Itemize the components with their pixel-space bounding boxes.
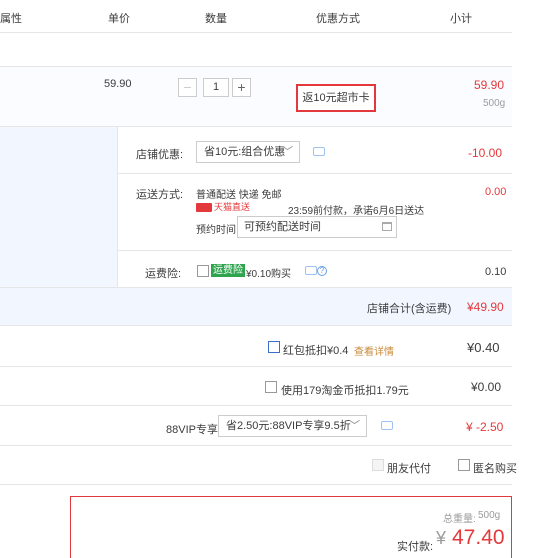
shop-discount-value: -10.00 xyxy=(468,146,503,160)
vip-select[interactable]: 省2.50元:88VIP专享9.5折 ﹀ xyxy=(218,415,367,437)
item-subtotal: 59.90 xyxy=(474,78,505,92)
chevron-down-icon: ﹀ xyxy=(282,146,293,158)
vip-label: 88VIP专享 xyxy=(166,424,218,436)
item-price: 59.90 xyxy=(104,78,132,90)
col-promo: 优惠方式 xyxy=(316,13,360,25)
redpacket-label: 红包抵扣¥0.4 xyxy=(283,345,349,357)
shop-total-label: 店铺合计(含运费) xyxy=(367,303,452,315)
redpacket-checkbox[interactable] xyxy=(268,341,280,353)
redpacket-value: ¥0.40 xyxy=(467,340,500,355)
delivery-note: 23:59前付款，承诺6月6日送达 xyxy=(288,206,425,217)
weight-value: 500g xyxy=(478,510,501,521)
shipping-text: 普通配送 快递 免邮 xyxy=(196,190,282,201)
item-weight: 500g xyxy=(483,98,506,109)
promo-badge: 返10元超市卡 xyxy=(296,84,376,112)
friend-pay-checkbox[interactable] xyxy=(372,459,384,471)
help-icon[interactable]: ? xyxy=(317,266,327,276)
divider xyxy=(117,250,512,251)
appointment-input[interactable]: 可预约配送时间 xyxy=(237,216,397,238)
currency-symbol: ¥ xyxy=(436,528,447,548)
coins-label: 使用179淘金币抵扣1.79元 xyxy=(281,385,409,397)
shop-total-value: ¥49.90 xyxy=(467,300,504,314)
insurance-checkbox[interactable] xyxy=(197,265,209,277)
pay-value: 47.40 xyxy=(452,526,505,549)
divider xyxy=(0,366,512,367)
divider xyxy=(0,484,512,485)
anonymous-checkbox[interactable] xyxy=(458,459,470,471)
redpacket-link[interactable]: 查看详情 xyxy=(354,343,394,358)
col-price: 单价 xyxy=(108,13,130,25)
cart-header: 属性 单价 数量 优惠方式 小计 xyxy=(0,0,512,33)
appointment-label: 预约时间 xyxy=(196,225,236,236)
shop-discount-label: 店铺优惠: xyxy=(136,149,184,161)
shipping-value: 0.00 xyxy=(485,186,507,198)
chat-icon[interactable] xyxy=(313,147,325,156)
vip-value: ¥ -2.50 xyxy=(466,420,504,434)
qty-input[interactable]: 1 xyxy=(203,78,229,97)
divider xyxy=(117,173,512,174)
anonymous-label: 匿名购买 xyxy=(473,463,517,475)
divider xyxy=(0,405,512,406)
insurance-price: ¥0.10购买 xyxy=(246,269,292,280)
tmall-badge: 天猫直送 xyxy=(196,202,250,213)
item-row xyxy=(0,66,512,127)
insurance-tag: 运费险 xyxy=(211,264,245,277)
divider xyxy=(0,445,512,446)
chat-icon[interactable] xyxy=(305,266,317,275)
chat-icon[interactable] xyxy=(381,421,393,430)
coins-checkbox[interactable] xyxy=(265,381,277,393)
pay-label: 实付款: xyxy=(397,541,434,553)
qty-plus-button[interactable]: + xyxy=(232,78,251,97)
shipping-label: 运送方式: xyxy=(136,189,184,201)
col-subtotal: 小计 xyxy=(450,13,472,25)
chevron-down-icon: ﹀ xyxy=(349,420,360,432)
col-attr: 属性 xyxy=(0,13,22,25)
tmall-logo-icon xyxy=(196,203,212,213)
calendar-icon xyxy=(382,222,392,231)
friend-pay-label: 朋友代付 xyxy=(387,463,431,475)
weight-label: 总重量: xyxy=(443,514,476,525)
qty-minus-button[interactable]: − xyxy=(178,78,197,97)
insurance-value: 0.10 xyxy=(485,266,507,278)
insurance-label: 运费险: xyxy=(145,268,182,280)
coins-value: ¥0.00 xyxy=(471,380,502,394)
col-qty: 数量 xyxy=(205,13,227,25)
shop-discount-select[interactable]: 省10元:组合优惠 ﹀ xyxy=(196,141,300,163)
